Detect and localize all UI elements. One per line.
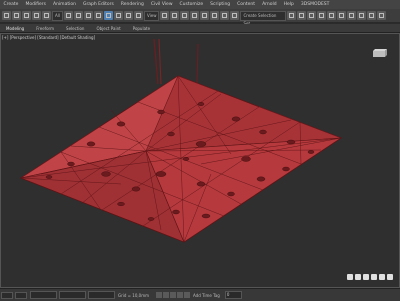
play-icon[interactable]	[170, 292, 176, 298]
rectangular-selection-icon[interactable]	[83, 11, 93, 20]
hanging-cord-left	[153, 38, 159, 85]
snaps-toggle-icon[interactable]	[190, 11, 200, 20]
current-frame-field[interactable]: 0	[224, 291, 242, 299]
schematic-view-icon[interactable]	[337, 11, 347, 20]
go-to-start-icon[interactable]	[156, 292, 162, 298]
hanging-cord-right	[196, 43, 199, 85]
percent-snap-icon[interactable]	[210, 11, 220, 20]
lamp-mesh	[19, 38, 343, 243]
select-move-icon[interactable]	[103, 11, 113, 20]
previous-frame-icon[interactable]	[163, 292, 169, 298]
playback-controls	[156, 292, 190, 298]
zoom-all-icon[interactable]	[355, 274, 361, 280]
menu-arnold[interactable]: Arnold	[259, 2, 281, 7]
menu-create[interactable]: Create	[0, 2, 22, 7]
redo-icon[interactable]	[12, 11, 21, 20]
menu-graph-editors[interactable]: Graph Editors	[79, 2, 117, 7]
align-icon[interactable]	[297, 11, 307, 20]
hanging-cord-mid	[158, 38, 162, 85]
tab-selection[interactable]: Selection	[60, 26, 90, 31]
fov-icon[interactable]	[363, 274, 369, 280]
maximize-viewport-icon[interactable]	[387, 274, 393, 280]
menu-modifiers[interactable]: Modifiers	[22, 2, 50, 7]
tab-freeform[interactable]: Freeform	[30, 26, 60, 31]
maxscript-listener[interactable]	[1, 291, 13, 299]
menu-customize[interactable]: Customize	[176, 2, 207, 7]
viewcube-home-icon[interactable]	[369, 46, 389, 60]
menu-help[interactable]: Help	[280, 2, 297, 7]
angle-snap-icon[interactable]	[200, 11, 210, 20]
orbit-icon[interactable]	[379, 274, 385, 280]
select-manipulate-icon[interactable]	[170, 11, 180, 20]
pan-icon[interactable]	[371, 274, 377, 280]
unlink-icon[interactable]	[32, 11, 41, 20]
x-coordinate-field[interactable]	[30, 291, 57, 299]
select-by-name-icon[interactable]	[73, 11, 83, 20]
edit-named-selection-icon[interactable]	[230, 11, 240, 20]
menu-content[interactable]: Content	[234, 2, 259, 7]
tab-populate[interactable]: Populate	[127, 26, 156, 31]
viewport-navigation	[347, 274, 393, 280]
grid-readout: Grid = 10,0mm	[118, 292, 149, 298]
select-rotate-icon[interactable]	[113, 11, 123, 20]
y-coordinate-field[interactable]	[59, 291, 86, 299]
menu-civil-view[interactable]: Civil View	[147, 2, 176, 7]
tab-object-paint[interactable]: Object Paint	[90, 26, 126, 31]
select-object-icon[interactable]	[63, 11, 73, 20]
bind-space-warp-icon[interactable]	[42, 11, 51, 20]
z-coordinate-field[interactable]	[88, 291, 115, 299]
add-time-tag[interactable]: Add Time Tag	[190, 293, 223, 298]
ribbon: Modeling Freeform Selection Object Paint…	[0, 24, 400, 33]
reference-coordinate-dropdown[interactable]: View	[143, 10, 160, 21]
status-bar: Grid = 10,0mm Add Time Tag 0	[0, 288, 400, 301]
curve-editor-icon[interactable]	[327, 11, 337, 20]
select-scale-icon[interactable]	[123, 11, 133, 20]
pivot-center-icon[interactable]	[160, 11, 170, 20]
selection-filter-dropdown[interactable]: All	[52, 10, 63, 21]
next-frame-icon[interactable]	[177, 292, 183, 298]
render-production-icon[interactable]	[377, 11, 387, 20]
menu-3dsmodest[interactable]: 3DSMODEST	[297, 2, 333, 7]
material-editor-icon[interactable]	[347, 11, 357, 20]
selection-lock-toggle[interactable]	[15, 291, 27, 299]
toggle-ribbon-icon[interactable]	[317, 11, 327, 20]
rendered-frame-window-icon[interactable]	[367, 11, 377, 20]
named-selection-sets[interactable]: Create Selection Set	[240, 10, 287, 26]
undo-icon[interactable]	[2, 11, 11, 20]
layer-explorer-icon[interactable]	[307, 11, 317, 20]
link-icon[interactable]	[22, 11, 31, 20]
menu-bar: Create Modifiers Animation Graph Editors…	[0, 0, 400, 9]
menu-scripting[interactable]: Scripting	[207, 2, 234, 7]
menu-rendering[interactable]: Rendering	[117, 2, 147, 7]
place-icon[interactable]	[133, 11, 143, 20]
tab-modeling[interactable]: Modeling	[0, 26, 30, 31]
keyboard-shortcut-icon[interactable]	[180, 11, 190, 20]
mirror-icon[interactable]	[287, 11, 297, 20]
zoom-icon[interactable]	[347, 274, 353, 280]
render-setup-icon[interactable]	[357, 11, 367, 20]
perspective-viewport[interactable]: [+] [Perspective] [Standard] [Default Sh…	[0, 33, 400, 288]
main-toolbar: All View Create Selection Set	[0, 9, 400, 26]
window-crossing-icon[interactable]	[93, 11, 103, 20]
spinner-snap-icon[interactable]	[220, 11, 230, 20]
menu-animation[interactable]: Animation	[50, 2, 80, 7]
